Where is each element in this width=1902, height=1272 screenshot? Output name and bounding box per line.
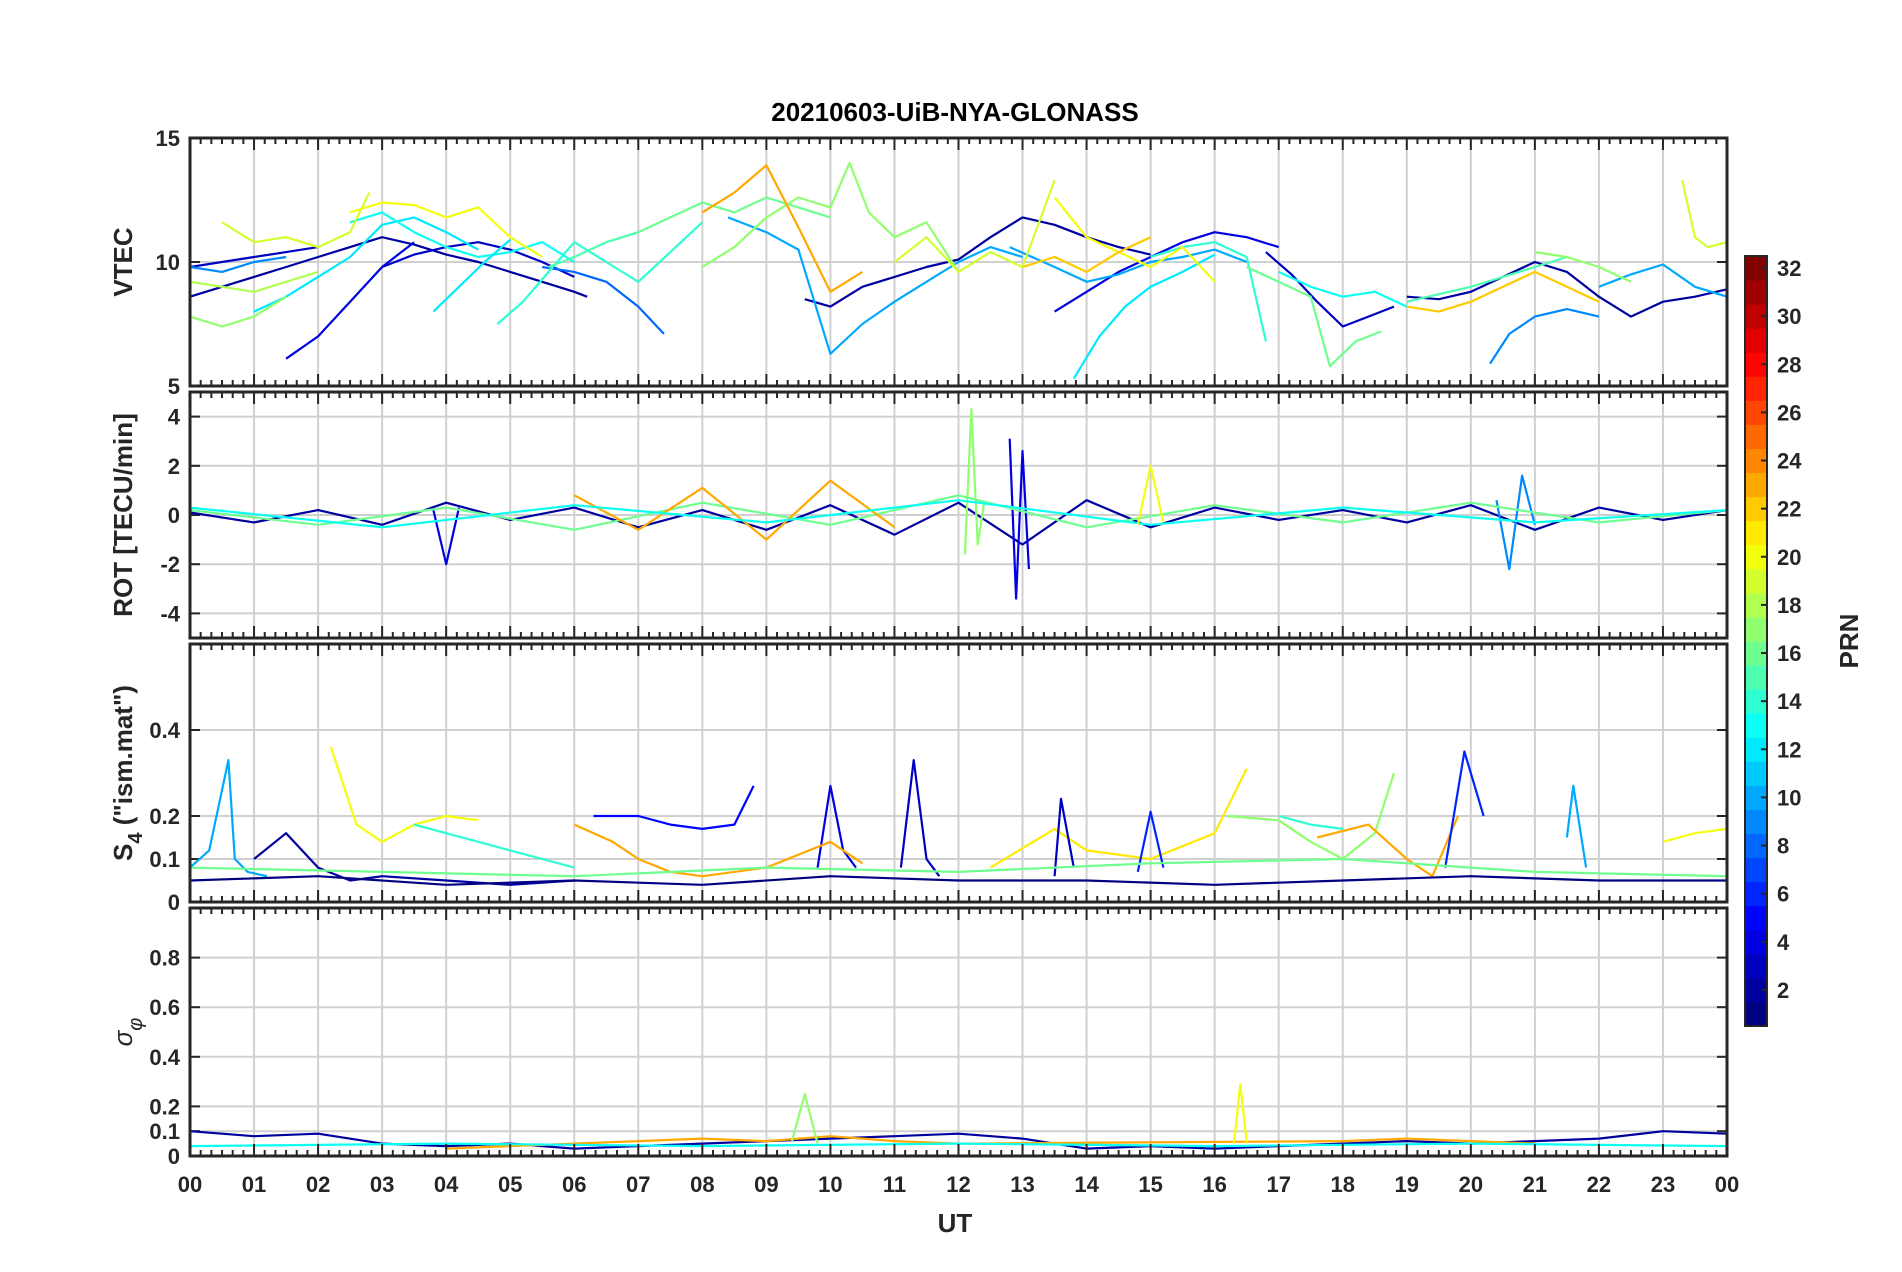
y-axis-label-s4: S4 ("ism.mat") <box>108 685 147 861</box>
x-tick-label: 01 <box>242 1172 266 1197</box>
y-axis-label-vtec: VTEC <box>108 227 138 297</box>
x-tick-label: 13 <box>1010 1172 1034 1197</box>
colorbar-segment <box>1745 809 1767 834</box>
x-tick-label: 00 <box>1715 1172 1739 1197</box>
colorbar-segment <box>1745 568 1767 594</box>
colorbar-tick-label: 4 <box>1777 930 1790 955</box>
colorbar-tick-label: 28 <box>1777 352 1801 377</box>
colorbar-segment <box>1745 953 1767 979</box>
colorbar-tick-label: 12 <box>1777 737 1801 762</box>
colorbar-tick-label: 20 <box>1777 545 1801 570</box>
colorbar-segment <box>1745 328 1767 353</box>
colorbar-segment <box>1745 424 1767 449</box>
colorbar-label: PRN <box>1834 614 1864 669</box>
colorbar-segment <box>1745 472 1767 498</box>
colorbar-tick-label: 30 <box>1777 304 1801 329</box>
x-tick-label: 08 <box>690 1172 714 1197</box>
colorbar-segment <box>1745 1001 1767 1027</box>
y-tick-label: 0 <box>168 503 180 528</box>
y-tick-label: 0.2 <box>149 1094 180 1119</box>
x-tick-label: 23 <box>1651 1172 1675 1197</box>
x-tick-label: 15 <box>1138 1172 1162 1197</box>
x-tick-label: 12 <box>946 1172 970 1197</box>
panel-s4: 0 0.1 0.2 0.4S4 ("ism.mat") <box>108 642 1729 915</box>
colorbar-segment <box>1745 761 1767 786</box>
colorbar-tick-label: 24 <box>1777 449 1802 474</box>
colorbar-segment <box>1745 905 1767 931</box>
chart-figure: 20210603-UiB-NYA-GLONASS 51015VTEC-4-202… <box>108 97 1864 1238</box>
x-tick-label: 05 <box>498 1172 522 1197</box>
x-tick-label: 00 <box>178 1172 202 1197</box>
x-tick-label: 03 <box>370 1172 394 1197</box>
colorbar-segment <box>1745 616 1767 642</box>
y-axis-label-rot: ROT [TECU/min] <box>108 413 138 617</box>
x-tick-label: 16 <box>1202 1172 1226 1197</box>
y-tick-label: 0.1 <box>149 1119 180 1144</box>
x-tick-label: 18 <box>1331 1172 1355 1197</box>
x-tick-label: 07 <box>626 1172 650 1197</box>
colorbar-segment <box>1745 520 1767 546</box>
y-tick-label: -2 <box>160 552 180 577</box>
x-axis-label: UT <box>938 1208 973 1238</box>
x-tick-label: 14 <box>1074 1172 1099 1197</box>
colorbar-tick-label: 10 <box>1777 785 1801 810</box>
colorbar-tick-label: 8 <box>1777 834 1789 859</box>
colorbar-tick-label: 2 <box>1777 978 1789 1003</box>
x-tick-label: 21 <box>1523 1172 1547 1197</box>
x-tick-label: 10 <box>818 1172 842 1197</box>
x-tick-label: 02 <box>306 1172 330 1197</box>
y-axis-label-main: S <box>108 844 138 861</box>
colorbar-segment <box>1745 713 1767 738</box>
y-tick-label: 15 <box>156 126 180 151</box>
colorbar-tick-label: 16 <box>1777 641 1801 666</box>
y-tick-label: 0.4 <box>149 1045 180 1070</box>
y-tick-label: -4 <box>160 601 180 626</box>
y-tick-label: 0.8 <box>149 946 180 971</box>
y-tick-label: 0.2 <box>149 804 180 829</box>
y-tick-label: 10 <box>156 250 180 275</box>
y-axis-label-sub: φ <box>125 1018 147 1031</box>
y-tick-label: 0.4 <box>149 718 180 743</box>
x-tick-label: 06 <box>562 1172 586 1197</box>
y-tick-label: 4 <box>168 405 181 430</box>
y-tick-label: 0 <box>168 1144 180 1169</box>
colorbar-tick-label: 26 <box>1777 400 1801 425</box>
colorbar-segment <box>1745 376 1767 401</box>
colorbar-tick-label: 18 <box>1777 593 1801 618</box>
x-tick-label: 22 <box>1587 1172 1611 1197</box>
x-tick-label: 11 <box>883 1172 906 1197</box>
x-tick-label: 17 <box>1266 1172 1290 1197</box>
y-tick-label: 0 <box>168 890 180 915</box>
y-tick-label: 5 <box>168 374 180 399</box>
panel-vtec: 5 10 15 VTEC <box>108 126 1729 399</box>
x-tick-label: 04 <box>434 1172 459 1197</box>
colorbar: 2468101214161820222426283032PRN <box>1744 255 1864 1027</box>
y-tick-label: 2 <box>168 454 180 479</box>
colorbar-tick-label: 6 <box>1777 882 1789 907</box>
panel-sigma_phi: 00.10.2 0.4 0.6 0.8 σφ <box>108 906 1729 1169</box>
y-tick-label: 0.6 <box>149 995 180 1020</box>
colorbar-segment <box>1745 665 1767 690</box>
panel-rot: -4 -2 0 2 4 ROT [TECU/min] <box>108 390 1729 640</box>
x-tick-label: 19 <box>1395 1172 1419 1197</box>
y-axis-label-rest: ("ism.mat") <box>108 685 138 832</box>
colorbar-tick-label: 32 <box>1777 256 1801 281</box>
panels-group: 51015VTEC-4-2024ROT [TECU/min]00.10.20.4… <box>108 126 1739 1197</box>
colorbar-tick-label: 22 <box>1777 497 1801 522</box>
y-axis-label-main: σ <box>108 1029 138 1046</box>
colorbar-tick-label: 14 <box>1777 689 1802 714</box>
x-tick-label: 09 <box>754 1172 778 1197</box>
y-tick-label: 0.1 <box>149 847 180 872</box>
colorbar-segment <box>1745 280 1767 305</box>
chart-title: 20210603-UiB-NYA-GLONASS <box>771 97 1139 127</box>
y-axis-label-sigma_phi: σφ <box>108 1018 147 1047</box>
x-tick-label: 20 <box>1459 1172 1483 1197</box>
colorbar-segment <box>1745 857 1767 883</box>
